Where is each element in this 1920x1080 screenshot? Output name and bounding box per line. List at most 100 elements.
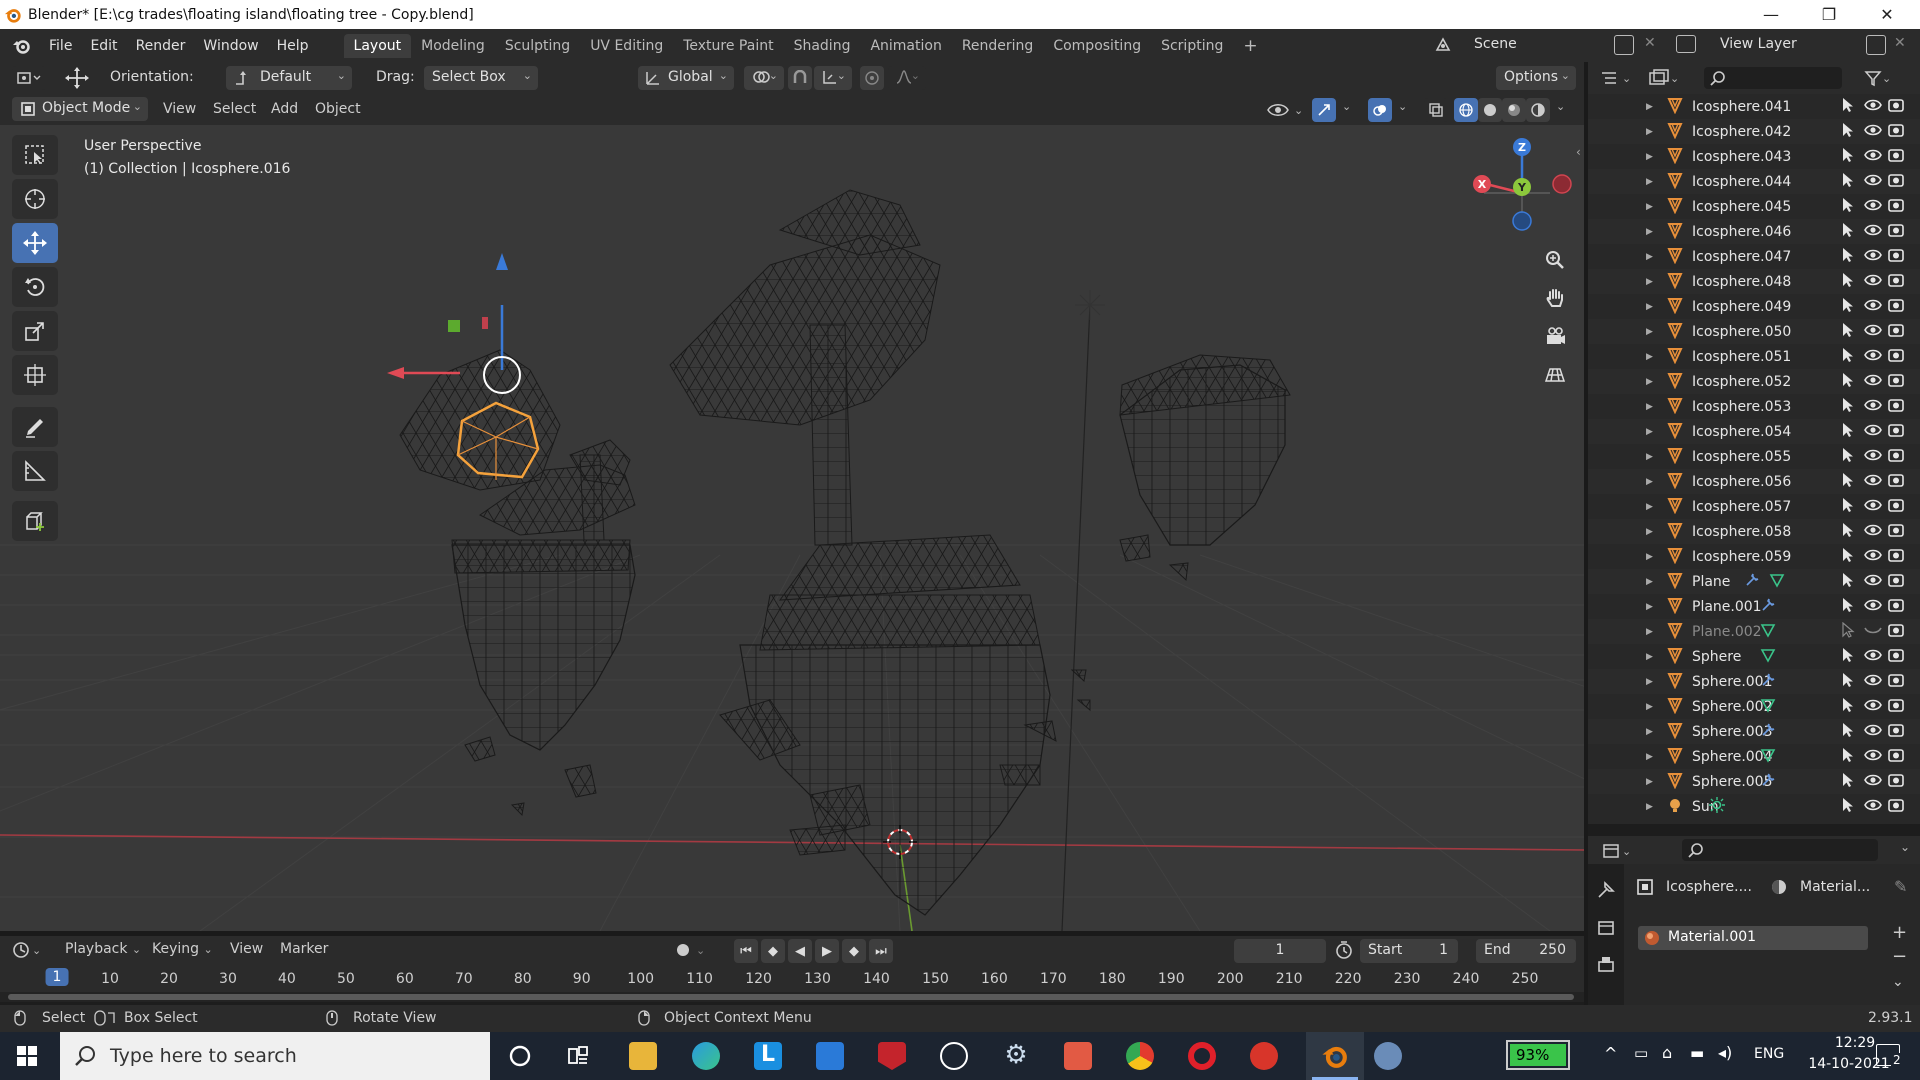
jump-end-button[interactable]: ⏭ [869,939,893,963]
render-camera-icon[interactable] [1888,472,1904,492]
preview-range-icon[interactable] [1334,940,1354,964]
render-camera-icon[interactable] [1888,172,1904,192]
render-camera-icon[interactable] [1888,122,1904,142]
selectable-toggle-icon[interactable] [1840,747,1856,767]
visibility-eye-icon[interactable] [1864,573,1882,591]
shading-dropdown-icon[interactable]: ⌄ [1556,100,1565,113]
visibility-eye-icon[interactable] [1864,198,1882,216]
render-camera-icon[interactable] [1888,622,1904,642]
visibility-eye-icon[interactable] [1864,173,1882,191]
menu-help[interactable]: Help [268,38,318,54]
render-camera-icon[interactable] [1888,247,1904,267]
visibility-eye-icon[interactable] [1864,448,1882,466]
render-camera-icon[interactable] [1888,222,1904,242]
selectable-toggle-icon[interactable] [1840,647,1856,667]
expand-arrow-icon[interactable]: ▶ [1646,502,1653,512]
selectable-toggle-icon[interactable] [1840,322,1856,342]
falloff-dropdown[interactable]: ⌄ [888,66,926,90]
view-layer-name[interactable]: View Layer [1720,36,1797,52]
visibility-dropdown[interactable]: ⌄ [1266,98,1310,122]
expand-arrow-icon[interactable]: ▶ [1646,527,1653,537]
visibility-eye-icon[interactable] [1864,273,1882,291]
render-camera-icon[interactable] [1888,572,1904,592]
selectable-toggle-icon[interactable] [1840,497,1856,517]
expand-arrow-icon[interactable]: ▶ [1646,177,1653,187]
wireframe-shading-icon[interactable] [1454,98,1478,122]
selectable-toggle-icon[interactable] [1840,472,1856,492]
rotate-tool[interactable] [12,267,58,307]
render-camera-icon[interactable] [1888,297,1904,317]
selectable-toggle-icon[interactable] [1840,722,1856,742]
visibility-eye-icon[interactable] [1864,473,1882,491]
render-camera-icon[interactable] [1888,547,1904,567]
expand-arrow-icon[interactable]: ▶ [1646,477,1653,487]
outliner-item[interactable]: ▶ Sphere.005 [1588,769,1920,794]
mail-icon[interactable] [816,1042,844,1070]
visibility-eye-icon[interactable] [1864,223,1882,241]
play-button[interactable]: ▶ [815,939,839,963]
render-camera-icon[interactable] [1888,422,1904,442]
expand-arrow-icon[interactable]: ▶ [1646,102,1653,112]
render-tab-icon[interactable] [1596,918,1616,942]
expand-arrow-icon[interactable]: ▶ [1646,427,1653,437]
outliner-item[interactable]: ▶ Plane.001 [1588,594,1920,619]
properties-editor-type-icon[interactable]: ⌄ [1602,840,1636,862]
chrome-icon[interactable] [1126,1042,1154,1070]
pivot-point-dropdown[interactable]: ⌄ [744,66,784,90]
render-camera-icon[interactable] [1888,747,1904,767]
new-scene-icon[interactable] [1614,35,1634,55]
expand-arrow-icon[interactable]: ▶ [1646,802,1653,812]
selectable-toggle-icon[interactable] [1840,222,1856,242]
scene-selector-icon[interactable] [1428,33,1458,57]
next-keyframe-button[interactable]: ◆ [842,939,866,963]
volume-icon[interactable]: ◂) [1718,1043,1732,1062]
expand-arrow-icon[interactable]: ▶ [1646,777,1653,787]
render-camera-icon[interactable] [1888,372,1904,392]
outliner-item[interactable]: ▶ Icosphere.046 [1588,219,1920,244]
selectable-toggle-icon[interactable] [1840,547,1856,567]
options-dropdown[interactable]: Options ⌄ [1496,66,1576,90]
render-camera-icon[interactable] [1888,497,1904,517]
outliner-item[interactable]: ▶ Sphere.004 [1588,744,1920,769]
visibility-eye-icon[interactable] [1864,148,1882,166]
ortho-grid-icon[interactable] [1538,357,1572,391]
blender-menu-icon[interactable] [12,36,32,56]
expand-arrow-icon[interactable]: ▶ [1646,377,1653,387]
opera-icon[interactable] [1188,1042,1216,1070]
outliner-item[interactable]: ▶ Icosphere.056 [1588,469,1920,494]
transform-orientation-dropdown[interactable]: Global ⌄ [638,66,734,90]
outliner-item[interactable]: ▶ Sphere.002 [1588,694,1920,719]
outliner-search-input[interactable] [1704,67,1842,89]
selectable-toggle-icon[interactable] [1840,672,1856,692]
editor-type-icon[interactable] [12,66,46,90]
remove-material-slot-button[interactable]: − [1892,946,1907,967]
xbox-icon[interactable] [940,1042,968,1070]
visibility-eye-icon[interactable] [1864,373,1882,391]
outliner-item[interactable]: ▶ Icosphere.044 [1588,169,1920,194]
timeline-editor-type-icon[interactable]: ⌄ [12,939,50,961]
solid-shading-icon[interactable] [1478,98,1502,122]
viewport-menu-view[interactable]: View [163,101,196,117]
filter-icon[interactable]: ⌄ [1864,67,1904,89]
tab-texture-paint[interactable]: Texture Paint [673,34,783,58]
expand-arrow-icon[interactable]: ▶ [1646,552,1653,562]
blender-taskbar-button[interactable] [1306,1032,1364,1080]
start-frame-field[interactable]: Start 1 [1360,939,1458,963]
outliner-item[interactable]: ▶ Icosphere.052 [1588,369,1920,394]
expand-arrow-icon[interactable]: ▶ [1646,152,1653,162]
selectable-toggle-icon[interactable] [1840,447,1856,467]
play-reverse-button[interactable]: ◀ [788,939,812,963]
orientation-dropdown[interactable]: Default ⌄ [226,66,352,90]
tab-sculpting[interactable]: Sculpting [495,34,580,58]
mode-dropdown[interactable]: Object Mode ⌄ [12,97,148,121]
tab-shading[interactable]: Shading [784,34,861,58]
outliner-item[interactable]: ▶ Sphere.003 [1588,719,1920,744]
render-camera-icon[interactable] [1888,272,1904,292]
move-tool-icon[interactable] [62,66,92,94]
tab-animation[interactable]: Animation [860,34,951,58]
visibility-eye-icon[interactable] [1864,623,1882,641]
render-camera-icon[interactable] [1888,797,1904,817]
jump-start-button[interactable]: ⏮ [734,939,758,963]
outliner-editor-type-icon[interactable]: ⌄ [1600,67,1636,89]
selectable-toggle-icon[interactable] [1840,522,1856,542]
